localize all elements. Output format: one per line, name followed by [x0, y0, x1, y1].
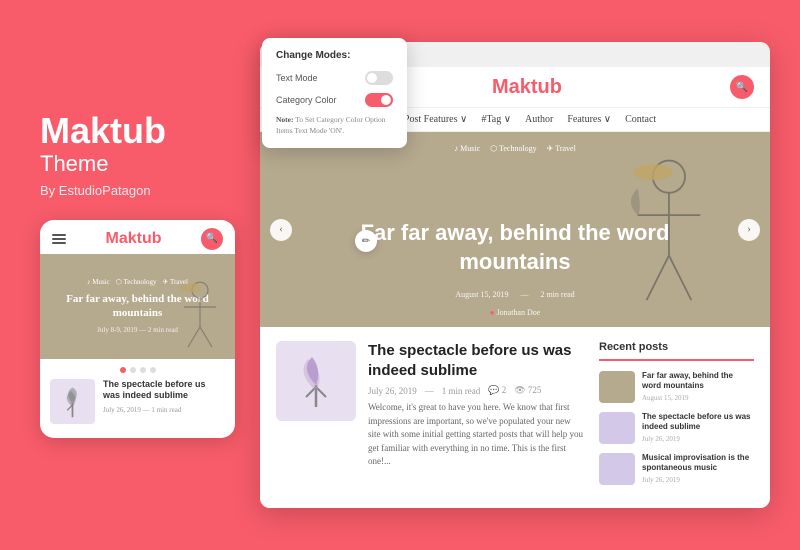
mobile-mockup: Maktub 🔍 ♪ Music ⬡ Technology ✈ Travel F… [40, 220, 235, 438]
recent-post-1-title: Far far away, behind the word mountains [642, 371, 754, 392]
recent-post-1: Far far away, behind the word mountains … [599, 371, 754, 403]
hamburger-icon[interactable] [52, 234, 66, 244]
sidebar: Recent posts Far far away, behind the wo… [599, 341, 754, 494]
brand-by: By EstudioPatagon [40, 183, 250, 198]
mobile-article-card: The spectacle before us was indeed subli… [40, 379, 235, 424]
site-search-button[interactable]: 🔍 [730, 75, 754, 99]
hero-title: Far far away, behind the word mountains [260, 219, 770, 276]
left-panel: Maktub Theme By EstudioPatagon Maktub 🔍 … [40, 113, 250, 438]
recent-post-2-title: The spectacle before us was indeed subli… [642, 412, 754, 433]
recent-post-2-thumb [599, 412, 635, 444]
mobile-hero: ♪ Music ⬡ Technology ✈ Travel Far far aw… [40, 254, 235, 359]
main-area: The spectacle before us was indeed subli… [260, 327, 770, 508]
recent-post-3-thumb [599, 453, 635, 485]
article-title: The spectacle before us was indeed subli… [368, 341, 585, 380]
article-content: The spectacle before us was indeed subli… [368, 341, 585, 469]
mobile-search-button[interactable]: 🔍 [201, 228, 223, 250]
recent-post-1-content: Far far away, behind the word mountains … [642, 371, 754, 402]
mobile-hero-illustration [175, 279, 225, 359]
hero-text-block: Far far away, behind the word mountains [260, 199, 770, 276]
category-color-row: Category Color [276, 93, 393, 107]
recent-post-2-date: July 26, 2019 [642, 435, 754, 443]
recent-posts-title: Recent posts [599, 341, 754, 361]
brand-title: Maktub [40, 113, 250, 149]
recent-post-3: Musical improvisation is the spontaneous… [599, 453, 754, 485]
article-meta: July 26, 2019 — 1 min read 💬 2 👁 725 [368, 385, 585, 396]
site-logo: Maktub [492, 76, 562, 99]
recent-post-3-title: Musical improvisation is the spontaneous… [642, 453, 754, 474]
article-tree-icon [286, 351, 346, 411]
mobile-card-meta: July 26, 2019 — 1 min read [103, 406, 225, 414]
recent-post-2: The spectacle before us was indeed subli… [599, 412, 754, 444]
hero-next-button[interactable]: › [738, 219, 760, 241]
mobile-logo: Maktub [106, 230, 162, 248]
article-excerpt: Welcome, it's great to have you here. We… [368, 401, 585, 469]
hero-author: ● Jonathan Doe [490, 308, 541, 317]
recent-post-3-content: Musical improvisation is the spontaneous… [642, 453, 754, 484]
menu-tag[interactable]: #Tag ∨ [481, 114, 511, 125]
hero-meta: August 15, 2019 — 2 min read [455, 290, 574, 299]
text-mode-toggle[interactable] [365, 71, 393, 85]
recent-post-1-date: August 15, 2019 [642, 394, 754, 402]
menu-features[interactable]: Features ∨ [567, 114, 611, 125]
browser-mockup: f t in ⌘ Maktub 🔍 Home ∨ Header Styles ∨… [260, 42, 770, 508]
article-area: The spectacle before us was indeed subli… [276, 341, 585, 494]
mobile-carousel-dots [40, 367, 235, 373]
recent-post-1-thumb [599, 371, 635, 403]
text-mode-label: Text Mode [276, 73, 318, 83]
mode-popup: Change Modes: Text Mode Category Color N… [262, 67, 407, 148]
menu-contact[interactable]: Contact [625, 114, 656, 125]
menu-post-features[interactable]: Post Features ∨ [404, 114, 467, 125]
mobile-hero-tags: ♪ Music ⬡ Technology ✈ Travel [87, 278, 188, 286]
article-thumbnail [276, 341, 356, 421]
recent-post-3-date: July 26, 2019 [642, 476, 754, 484]
mobile-card-thumbnail [50, 379, 95, 424]
tree-icon [55, 384, 90, 419]
mobile-topbar: Maktub 🔍 [40, 220, 235, 254]
recent-post-2-content: The spectacle before us was indeed subli… [642, 412, 754, 443]
popup-note: Note: To Set Category Color Option Items… [276, 115, 393, 136]
mobile-hero-meta: July 8-9, 2019 — 2 min read [97, 326, 178, 334]
toggle-knob-2 [381, 95, 391, 105]
brand-subtitle: Theme [40, 151, 250, 177]
hero-slider: ♪ Music ⬡ Technology ✈ Travel Far far aw… [260, 132, 770, 327]
toggle-knob [367, 73, 377, 83]
hero-prev-button[interactable]: ‹ [270, 219, 292, 241]
menu-author[interactable]: Author [525, 114, 553, 125]
hero-tags: ♪ Music ⬡ Technology ✈ Travel [454, 144, 576, 153]
mobile-card-title: The spectacle before us was indeed subli… [103, 379, 225, 402]
article-card: The spectacle before us was indeed subli… [276, 341, 585, 469]
browser-content: f t in ⌘ Maktub 🔍 Home ∨ Header Styles ∨… [260, 67, 770, 508]
text-mode-row: Text Mode [276, 71, 393, 85]
edit-icon[interactable]: ✏ [355, 230, 377, 252]
category-color-toggle[interactable] [365, 93, 393, 107]
category-color-label: Category Color [276, 95, 337, 105]
mobile-card-content: The spectacle before us was indeed subli… [103, 379, 225, 414]
